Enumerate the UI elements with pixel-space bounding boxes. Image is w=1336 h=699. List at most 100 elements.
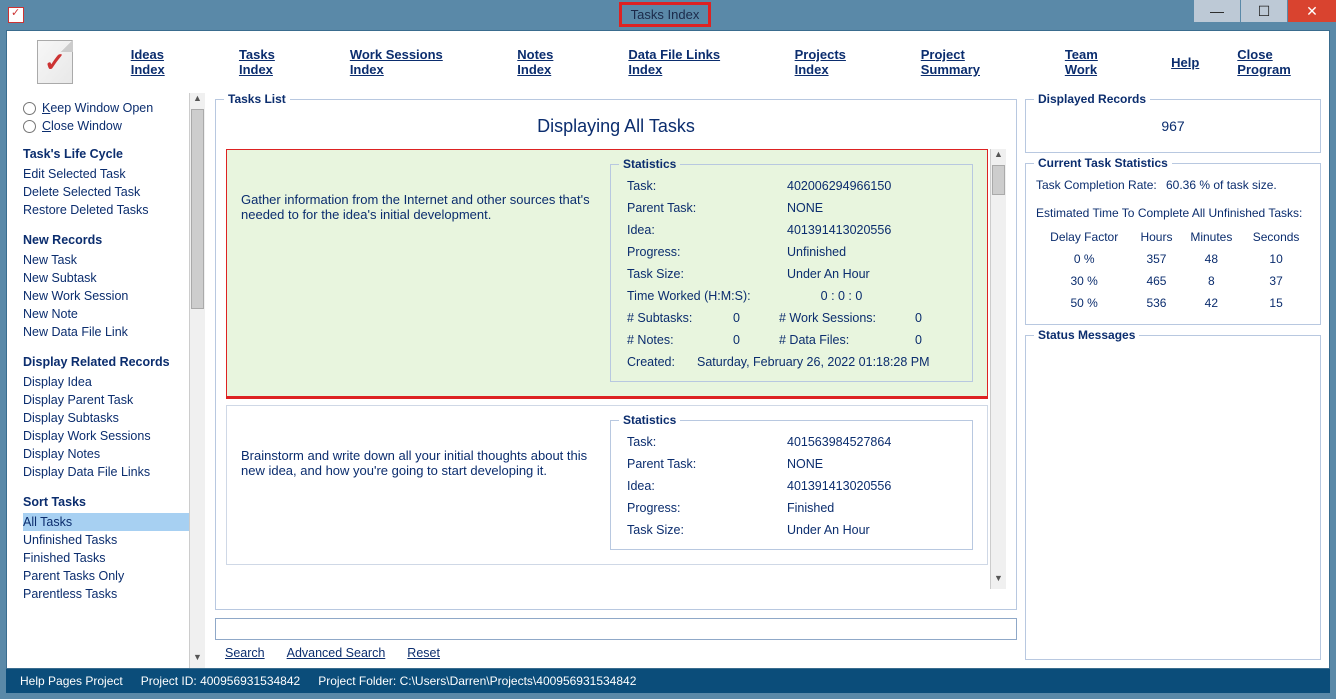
table-row: 30 %465837	[1036, 270, 1310, 292]
col-hours: Hours	[1132, 226, 1180, 248]
heading-task-life-cycle: Task's Life Cycle	[23, 147, 205, 161]
stat-label-task: Task:	[627, 179, 787, 193]
link-display-parent-task[interactable]: Display Parent Task	[23, 391, 193, 409]
link-new-task[interactable]: New Task	[23, 251, 193, 269]
stat-size: Under An Hour	[787, 523, 956, 537]
link-parent-tasks-only[interactable]: Parent Tasks Only	[23, 567, 193, 585]
link-display-work-sessions[interactable]: Display Work Sessions	[23, 427, 193, 445]
radio-close-window[interactable]: Close Window	[23, 119, 205, 133]
radio-keep-window-open[interactable]: Keep Window Open	[23, 101, 205, 115]
minimize-button[interactable]: —	[1194, 0, 1240, 22]
current-stats-legend: Current Task Statistics	[1034, 156, 1172, 170]
stat-data-files: 0	[915, 333, 955, 347]
stat-label-parent: Parent Task:	[627, 457, 787, 471]
link-display-data-file-links[interactable]: Display Data File Links	[23, 463, 193, 481]
displayed-records-panel: Displayed Records 967	[1025, 99, 1321, 153]
scroll-down-icon[interactable]: ▼	[991, 573, 1006, 589]
scroll-thumb[interactable]	[992, 165, 1005, 195]
stat-task-id: 401563984527864	[787, 435, 956, 449]
task-description: Brainstorm and write down all your initi…	[241, 420, 596, 550]
status-messages-panel: Status Messages	[1025, 335, 1321, 660]
link-edit-selected-task[interactable]: Edit Selected Task	[23, 165, 193, 183]
reset-link[interactable]: Reset	[407, 646, 440, 660]
scroll-down-icon[interactable]: ▼	[190, 652, 205, 668]
stat-label-task: Task:	[627, 435, 787, 449]
tasks-scrollbar[interactable]: ▲ ▼	[990, 149, 1006, 589]
scroll-up-icon[interactable]: ▲	[991, 149, 1006, 165]
close-button[interactable]: ✕	[1288, 0, 1336, 22]
status-project-folder: Project Folder: C:\Users\Darren\Projects…	[318, 674, 636, 688]
stat-label-subtasks: # Subtasks:	[627, 311, 727, 325]
nav-notes-index[interactable]: Notes Index	[517, 47, 590, 77]
stat-label-idea: Idea:	[627, 223, 787, 237]
heading-new-records: New Records	[23, 233, 205, 247]
completion-rate-value: 60.36 % of task size.	[1166, 178, 1310, 192]
nav-tasks-index[interactable]: Tasks Index	[239, 47, 312, 77]
stat-idea: 401391413020556	[787, 479, 956, 493]
link-display-subtasks[interactable]: Display Subtasks	[23, 409, 193, 427]
nav-work-sessions-index[interactable]: Work Sessions Index	[350, 47, 479, 77]
stat-parent-task: NONE	[787, 457, 956, 471]
link-new-note[interactable]: New Note	[23, 305, 193, 323]
displayed-records-count: 967	[1036, 110, 1310, 142]
tasks-list-title: Displaying All Tasks	[226, 116, 1006, 137]
link-all-tasks[interactable]: All Tasks	[23, 513, 193, 531]
stat-label-work-sessions: # Work Sessions:	[779, 311, 909, 325]
sidebar-scrollbar[interactable]: ▲ ▼	[189, 93, 205, 668]
status-project-name: Help Pages Project	[20, 674, 123, 688]
nav-data-file-links-index[interactable]: Data File Links Index	[628, 47, 756, 77]
search-input[interactable]	[215, 618, 1017, 640]
link-restore-deleted-tasks[interactable]: Restore Deleted Tasks	[23, 201, 193, 219]
statistics-legend: Statistics	[619, 413, 680, 427]
nav-projects-index[interactable]: Projects Index	[795, 47, 883, 77]
col-minutes: Minutes	[1181, 226, 1243, 248]
link-finished-tasks[interactable]: Finished Tasks	[23, 549, 193, 567]
stat-label-size: Task Size:	[627, 523, 787, 537]
link-new-data-file-link[interactable]: New Data File Link	[23, 323, 193, 341]
nav-help[interactable]: Help	[1171, 55, 1199, 70]
link-display-notes[interactable]: Display Notes	[23, 445, 193, 463]
table-row: 50 %5364215	[1036, 292, 1310, 314]
table-row: 0 %3574810	[1036, 248, 1310, 270]
search-link[interactable]: Search	[225, 646, 265, 660]
stat-label-idea: Idea:	[627, 479, 787, 493]
stat-progress: Finished	[787, 501, 956, 515]
scroll-up-icon[interactable]: ▲	[190, 93, 205, 109]
nav-project-summary[interactable]: Project Summary	[921, 47, 1027, 77]
estimated-time-label: Estimated Time To Complete All Unfinishe…	[1036, 206, 1310, 220]
app-canvas: Ideas Index Tasks Index Work Sessions In…	[6, 30, 1330, 669]
link-new-work-session[interactable]: New Work Session	[23, 287, 193, 305]
nav-close-program[interactable]: Close Program	[1237, 47, 1329, 77]
window-title: Tasks Index	[619, 2, 711, 27]
stat-notes: 0	[733, 333, 773, 347]
stat-progress: Unfinished	[787, 245, 956, 259]
app-icon	[8, 7, 24, 23]
col-seconds: Seconds	[1242, 226, 1310, 248]
task-card[interactable]: Gather information from the Internet and…	[226, 149, 988, 397]
task-statistics-box: Statistics Task:402006294966150 Parent T…	[610, 164, 973, 382]
link-parentless-tasks[interactable]: Parentless Tasks	[23, 585, 193, 603]
stat-subtasks: 0	[733, 311, 773, 325]
link-delete-selected-task[interactable]: Delete Selected Task	[23, 183, 193, 201]
status-messages-legend: Status Messages	[1034, 328, 1139, 342]
task-card[interactable]: Brainstorm and write down all your initi…	[226, 405, 988, 565]
link-new-subtask[interactable]: New Subtask	[23, 269, 193, 287]
current-task-statistics-panel: Current Task Statistics Task Completion …	[1025, 163, 1321, 325]
nav-ideas-index[interactable]: Ideas Index	[131, 47, 201, 77]
advanced-search-link[interactable]: Advanced Search	[287, 646, 386, 660]
task-statistics-box: Statistics Task:401563984527864 Parent T…	[610, 420, 973, 550]
scroll-thumb[interactable]	[191, 109, 204, 309]
link-unfinished-tasks[interactable]: Unfinished Tasks	[23, 531, 193, 549]
stat-parent-task: NONE	[787, 201, 956, 215]
top-nav: Ideas Index Tasks Index Work Sessions In…	[7, 31, 1329, 93]
stat-label-created: Created:	[627, 355, 697, 369]
stat-created: Saturday, February 26, 2022 01:18:28 PM	[697, 355, 956, 369]
nav-team-work[interactable]: Team Work	[1065, 47, 1133, 77]
link-display-idea[interactable]: Display Idea	[23, 373, 193, 391]
completion-rate-label: Task Completion Rate:	[1036, 178, 1166, 192]
maximize-button[interactable]: ☐	[1241, 0, 1287, 22]
col-delay-factor: Delay Factor	[1036, 226, 1132, 248]
time-estimate-table: Delay Factor Hours Minutes Seconds 0 %35…	[1036, 226, 1310, 314]
app-logo	[37, 40, 73, 84]
stat-label-notes: # Notes:	[627, 333, 727, 347]
